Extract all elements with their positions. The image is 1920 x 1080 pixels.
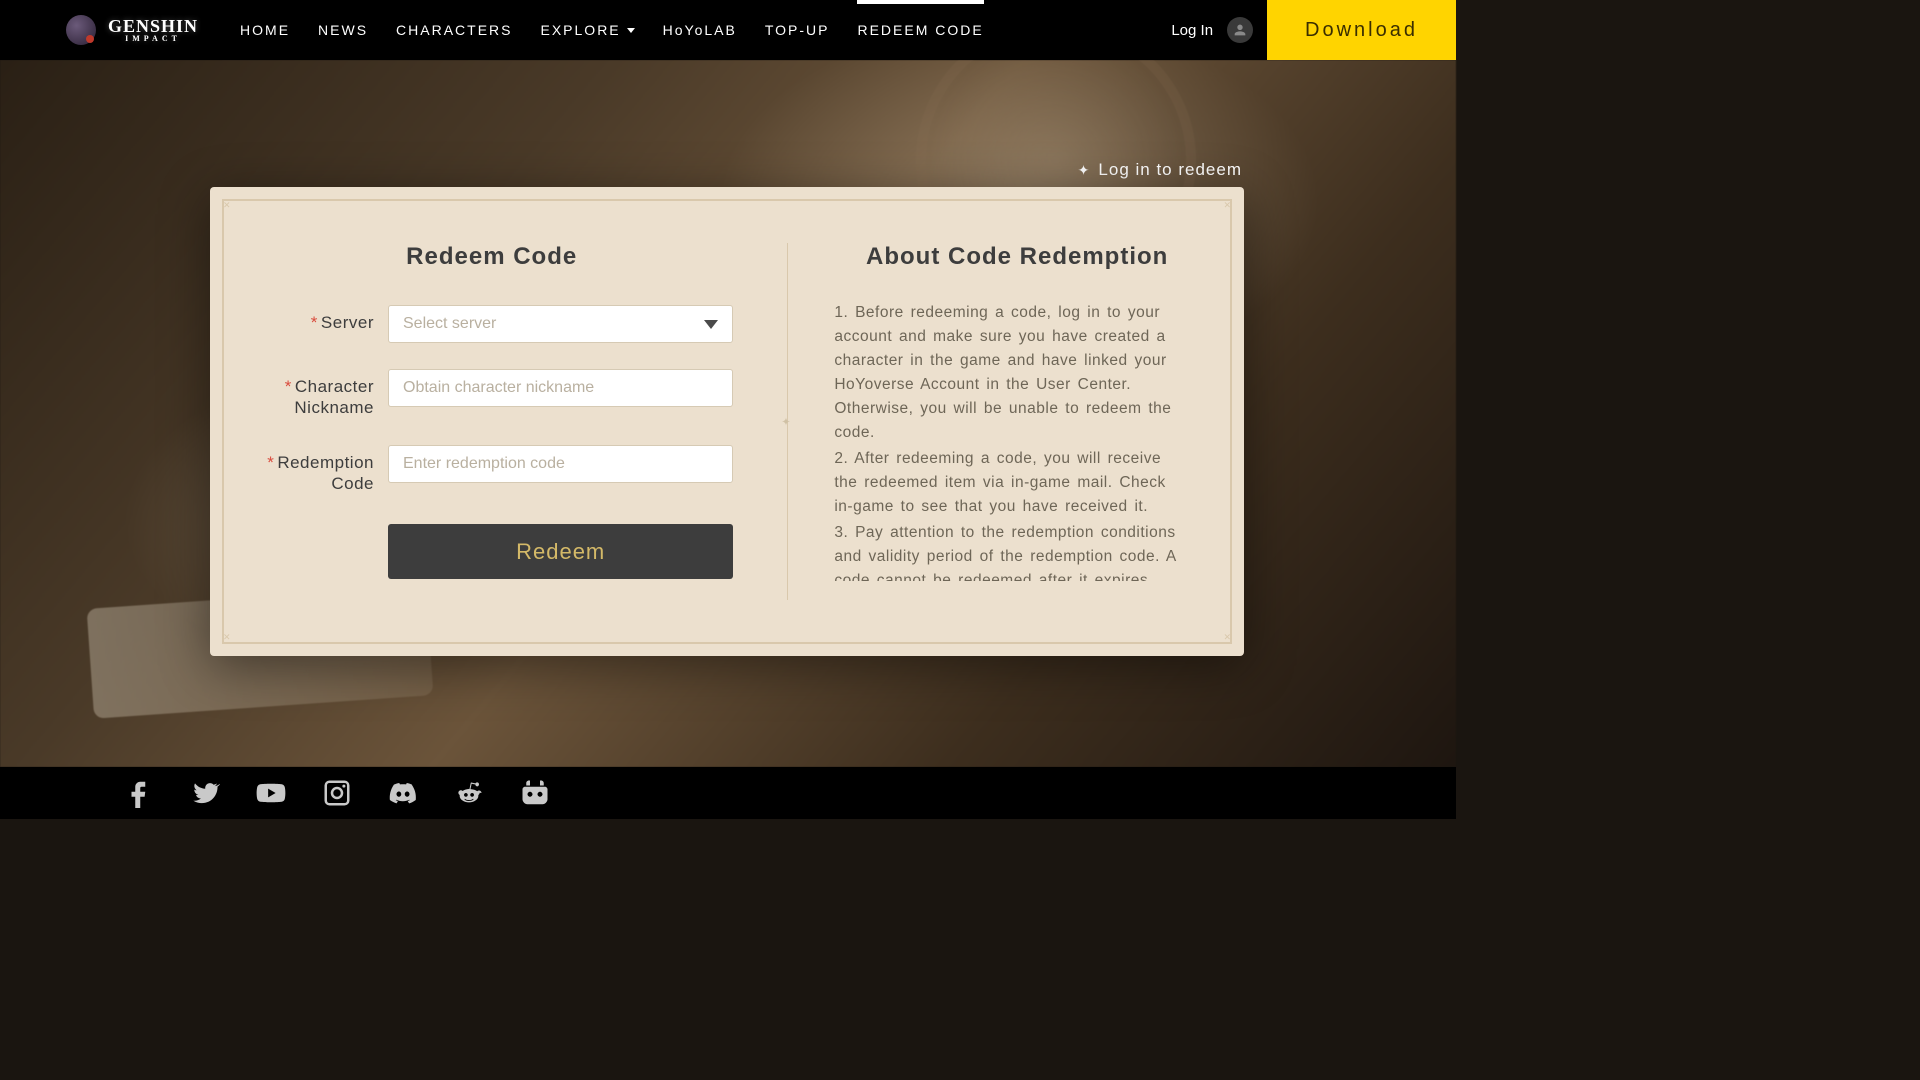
nav-redeem-code[interactable]: REDEEM CODE	[857, 22, 983, 38]
main-nav: HOME NEWS CHARACTERS EXPLORE HoYoLAB TOP…	[240, 22, 984, 38]
facebook-icon[interactable]	[124, 778, 154, 808]
required-mark: *	[311, 313, 318, 332]
redeem-form: Redeem Code *Server Select server *Chara…	[224, 201, 787, 642]
corner-ornament-bl	[222, 622, 244, 644]
sparkle-icon: ✦	[1078, 162, 1091, 179]
reddit-icon[interactable]	[454, 778, 484, 808]
required-mark: *	[285, 377, 292, 396]
instagram-icon[interactable]	[322, 778, 352, 808]
server-select[interactable]: Select server	[388, 305, 733, 343]
label-server: *Server	[250, 305, 374, 333]
rule-1: 1. Before redeeming a code, log in to yo…	[834, 301, 1186, 445]
hoyolab-mascot-icon[interactable]	[520, 778, 550, 808]
redeem-title: Redeem Code	[406, 243, 577, 271]
youtube-icon[interactable]	[256, 778, 286, 808]
game-logo[interactable]: GENSHIN IMPACT	[108, 18, 198, 41]
label-code: *Redemption Code	[250, 445, 374, 495]
header-right: Log In Download	[1171, 0, 1456, 60]
about-title: About Code Redemption	[834, 243, 1200, 271]
required-mark: *	[267, 453, 274, 472]
corner-ornament-tl	[222, 199, 244, 221]
nav-news[interactable]: NEWS	[318, 22, 368, 38]
dropdown-arrow-icon	[704, 320, 718, 329]
nav-explore[interactable]: EXPLORE	[541, 22, 635, 38]
row-nickname: *Character Nickname	[250, 369, 733, 419]
card-inner: Redeem Code *Server Select server *Chara…	[222, 199, 1232, 644]
row-code: *Redemption Code	[250, 445, 733, 495]
paimon-icon	[66, 15, 96, 45]
nav-explore-label: EXPLORE	[541, 22, 621, 38]
nav-characters[interactable]: CHARACTERS	[396, 22, 512, 38]
server-placeholder: Select server	[403, 315, 496, 333]
discord-icon[interactable]	[388, 778, 418, 808]
label-nickname: *Character Nickname	[250, 369, 374, 419]
nav-topup[interactable]: TOP-UP	[765, 22, 830, 38]
nav-hoyolab[interactable]: HoYoLAB	[663, 22, 737, 38]
chevron-down-icon	[627, 28, 635, 33]
nav-home[interactable]: HOME	[240, 22, 290, 38]
vertical-divider	[787, 243, 788, 600]
corner-ornament-br	[1210, 622, 1232, 644]
social-footer	[0, 767, 1456, 819]
avatar[interactable]	[1227, 17, 1253, 43]
nickname-field-wrapper	[388, 369, 733, 407]
user-icon	[1232, 22, 1248, 38]
rules-scroll[interactable]: 1. Before redeeming a code, log in to yo…	[834, 301, 1200, 581]
header-left: GENSHIN IMPACT	[0, 15, 198, 45]
twitter-icon[interactable]	[190, 778, 220, 808]
code-input[interactable]	[403, 446, 718, 482]
rule-2: 2. After redeeming a code, you will rece…	[834, 447, 1186, 519]
header: GENSHIN IMPACT HOME NEWS CHARACTERS EXPL…	[0, 0, 1456, 60]
corner-ornament-tr	[1210, 199, 1232, 221]
login-link[interactable]: Log In	[1171, 22, 1213, 39]
login-to-redeem-label: Log in to redeem	[1098, 160, 1242, 180]
nickname-input[interactable]	[403, 370, 718, 406]
login-to-redeem[interactable]: ✦ Log in to redeem	[1078, 160, 1242, 180]
redeem-card: Redeem Code *Server Select server *Chara…	[210, 187, 1244, 656]
redeem-button[interactable]: Redeem	[388, 524, 733, 579]
about-panel: About Code Redemption 1. Before redeemin…	[788, 201, 1230, 642]
rule-3: 3. Pay attention to the redemption condi…	[834, 521, 1186, 581]
download-button[interactable]: Download	[1267, 0, 1456, 60]
row-server: *Server Select server	[250, 305, 733, 343]
code-field-wrapper	[388, 445, 733, 483]
